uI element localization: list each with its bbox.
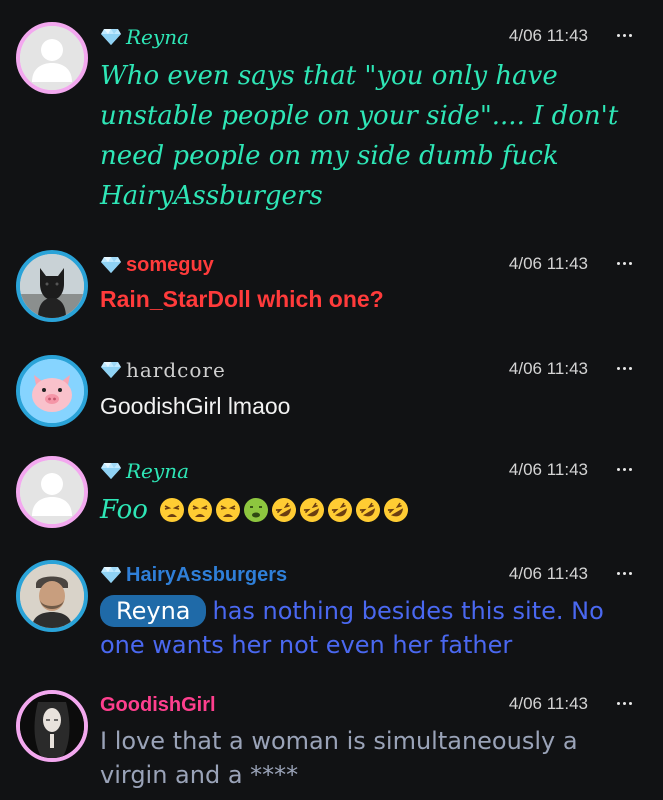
tired-face-emoji-icon (215, 497, 241, 523)
tired-face-emoji-icon (159, 497, 185, 523)
default-user-avatar-icon (20, 26, 84, 90)
username[interactable]: Reyna (126, 25, 189, 49)
more-options-icon[interactable] (613, 562, 635, 584)
emoji-row (159, 497, 409, 523)
timestamp: 4/06 11:43 (508, 694, 588, 713)
rofl-emoji-icon (383, 497, 409, 523)
avatar[interactable] (16, 456, 88, 528)
chat-feed: Reyna 4/06 11:43 Who even says that "you… (0, 0, 663, 800)
username[interactable]: Reyna (126, 459, 189, 483)
message-header: HairyAssburgers (100, 560, 287, 590)
message-text: I love that a woman is simultaneously a … (100, 727, 578, 789)
timestamp: 4/06 11:43 (508, 254, 588, 273)
username[interactable]: GoodishGirl (100, 694, 216, 717)
message-text: Foo (100, 495, 148, 525)
message-text: Rain_StarDoll which one? (100, 286, 384, 312)
message-item: someguy 4/06 11:43 Rain_StarDoll which o… (0, 250, 663, 330)
username[interactable]: HairyAssburgers (126, 564, 287, 587)
diamond-gem-icon (100, 28, 122, 46)
username[interactable]: someguy (126, 254, 214, 277)
rofl-emoji-icon (271, 497, 297, 523)
rofl-emoji-icon (327, 497, 353, 523)
diamond-gem-icon (100, 256, 122, 274)
dog-photo-avatar-icon (20, 254, 84, 318)
message-header: Reyna (100, 456, 189, 486)
rofl-emoji-icon (355, 497, 381, 523)
woman-photo-avatar-icon (20, 694, 84, 758)
timestamp: 4/06 11:43 (508, 359, 588, 378)
nauseated-face-emoji-icon (243, 497, 269, 523)
message-item: Reyna 4/06 11:43 Who even says that "you… (0, 22, 663, 222)
tired-face-emoji-icon (187, 497, 213, 523)
avatar[interactable] (16, 355, 88, 427)
avatar[interactable] (16, 690, 88, 762)
message-header: someguy (100, 250, 214, 280)
more-options-icon[interactable] (613, 692, 635, 714)
message-text: GoodishGirl lmaoo (100, 393, 291, 419)
diamond-gem-icon (100, 566, 122, 584)
message-header: hardcore (100, 355, 226, 385)
message-body: Foo (100, 492, 630, 528)
avatar[interactable] (16, 560, 88, 632)
message-item: HairyAssburgers 4/06 11:43 Reyna has noth… (0, 560, 663, 670)
message-item: Reyna 4/06 11:43 Foo (0, 456, 663, 536)
man-photo-avatar-icon (20, 564, 84, 628)
rofl-emoji-icon (299, 497, 325, 523)
more-options-icon[interactable] (613, 357, 635, 379)
timestamp: 4/06 11:43 (508, 564, 588, 583)
avatar[interactable] (16, 250, 88, 322)
username[interactable]: hardcore (126, 358, 226, 382)
message-item: GoodishGirl 4/06 11:43 I love that a wom… (0, 690, 663, 800)
message-text: Who even says that "you only have unstab… (100, 61, 619, 211)
diamond-gem-icon (100, 462, 122, 480)
more-options-icon[interactable] (613, 24, 635, 46)
mention-chip[interactable]: Reyna (100, 595, 207, 627)
timestamp: 4/06 11:43 (508, 26, 588, 45)
message-header: Reyna (100, 22, 189, 52)
more-options-icon[interactable] (613, 458, 635, 480)
message-header: GoodishGirl (100, 690, 216, 720)
default-user-avatar-icon (20, 460, 84, 524)
more-options-icon[interactable] (613, 252, 635, 274)
avatar[interactable] (16, 22, 88, 94)
timestamp: 4/06 11:43 (508, 460, 588, 479)
pig-avatar-icon (20, 359, 84, 423)
diamond-gem-icon (100, 361, 122, 379)
message-body: Reyna has nothing besides this site. No o… (100, 594, 630, 662)
message-item: hardcore 4/06 11:43 GoodishGirl lmaoo (0, 355, 663, 435)
